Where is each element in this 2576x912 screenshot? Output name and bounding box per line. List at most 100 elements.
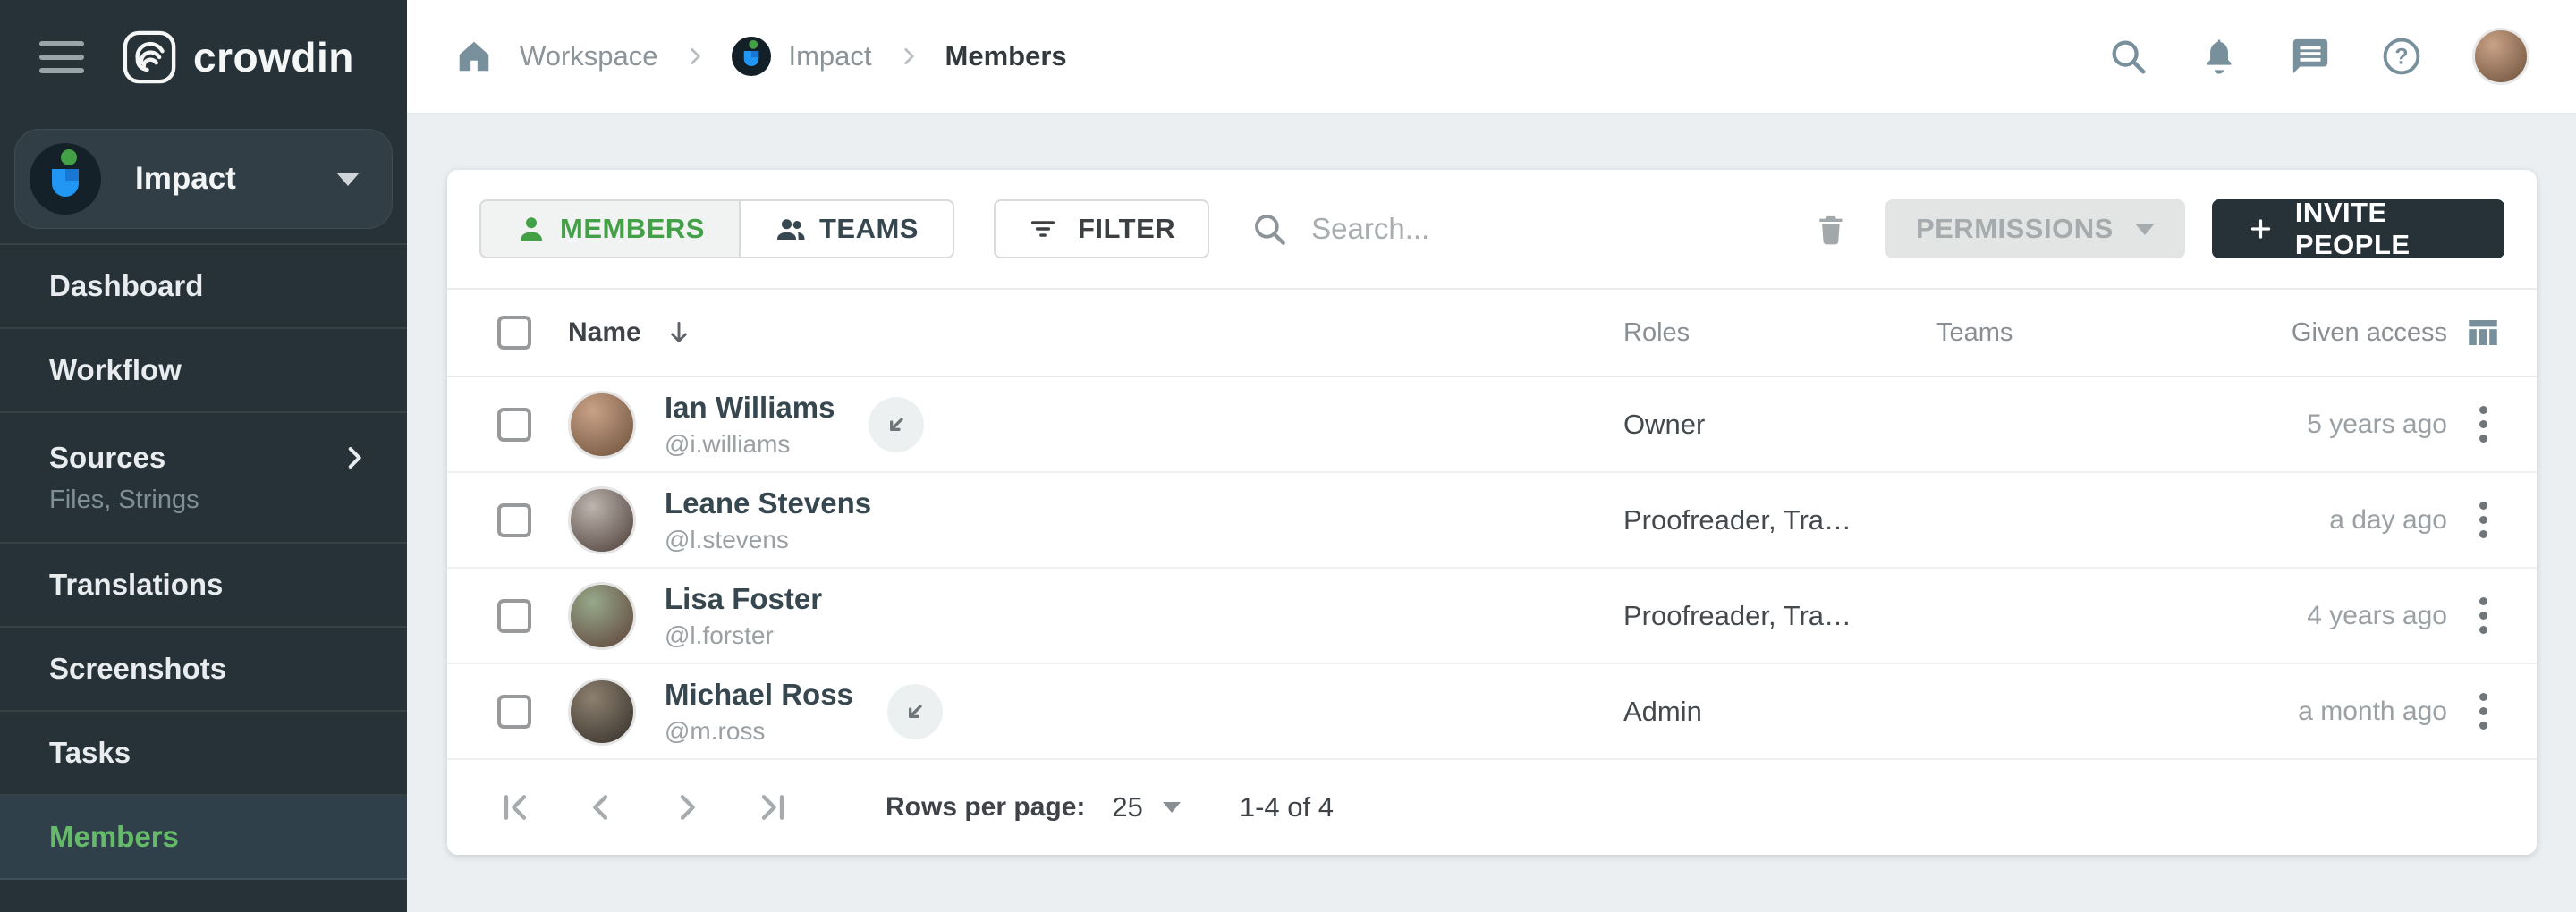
row-checkbox[interactable] — [497, 599, 531, 633]
messages-chat-icon[interactable] — [2290, 36, 2331, 77]
breadcrumb-project[interactable]: Impact — [732, 37, 872, 76]
column-settings-icon[interactable] — [2464, 314, 2502, 351]
arrow-southwest-icon — [882, 410, 911, 439]
breadcrumb-project-label[interactable]: Impact — [789, 40, 872, 72]
svg-text:?: ? — [2394, 44, 2408, 69]
sidebar-nav: Dashboard Workflow Sources Files, String… — [0, 243, 407, 880]
sidebar-item-screenshots[interactable]: Screenshots — [0, 628, 407, 712]
member-name[interactable]: Ian Williams — [665, 391, 835, 425]
view-tabs: MEMBERS TEAMS — [479, 199, 954, 258]
crowdin-wordmark: crowdin — [193, 33, 354, 81]
table-row: Lisa Foster @l.forster Proofreader, Tra…… — [447, 569, 2537, 664]
column-header-given-access: Given access — [2205, 318, 2447, 348]
member-handle: @l.stevens — [665, 526, 871, 554]
topbar: Workspace Impact Members ? — [407, 0, 2576, 114]
chevron-right-icon — [339, 443, 369, 473]
breadcrumb-workspace[interactable]: Workspace — [520, 40, 658, 72]
crowdin-logo-icon — [122, 30, 177, 85]
member-roles: Proofreader, Tra… — [1623, 504, 1936, 536]
permissions-button[interactable]: PERMISSIONS — [1885, 199, 2185, 258]
member-avatar — [568, 486, 636, 554]
sort-descending-icon[interactable] — [665, 318, 693, 347]
rows-per-page-select[interactable]: 25 — [1112, 791, 1180, 823]
previous-page-icon[interactable] — [583, 790, 619, 825]
next-page-icon[interactable] — [669, 790, 705, 825]
topbar-brand-area: crowdin — [0, 0, 407, 114]
chevron-down-icon — [1163, 802, 1181, 813]
sidebar-item-dashboard[interactable]: Dashboard — [0, 245, 407, 329]
chevron-right-icon — [897, 45, 920, 68]
sidebar-item-sources-sublabel: Files, Strings — [49, 486, 407, 515]
menu-icon[interactable] — [39, 41, 84, 73]
joined-indicator-badge — [887, 684, 943, 739]
first-page-icon[interactable] — [497, 790, 533, 825]
sidebar-item-members[interactable]: Members — [0, 796, 407, 880]
delete-trash-icon[interactable] — [1814, 208, 1848, 249]
chevron-right-icon — [683, 45, 707, 68]
plus-icon — [2248, 213, 2274, 245]
project-logo-icon — [732, 37, 771, 76]
pagination-range: 1-4 of 4 — [1240, 791, 1334, 823]
chevron-down-icon — [2135, 224, 2155, 235]
sidebar-item-workflow[interactable]: Workflow — [0, 329, 407, 413]
project-logo-icon — [30, 143, 101, 215]
member-avatar — [568, 678, 636, 746]
search-box — [1250, 210, 1814, 248]
search-icon — [1250, 210, 1288, 248]
notifications-bell-icon[interactable] — [2199, 36, 2240, 77]
member-given-access: 4 years ago — [2205, 601, 2447, 631]
member-given-access: a day ago — [2205, 505, 2447, 536]
invite-people-button[interactable]: INVITE PEOPLE — [2212, 199, 2504, 258]
crowdin-logo[interactable]: crowdin — [122, 30, 354, 85]
pagination: Rows per page: 25 1-4 of 4 — [447, 760, 2537, 855]
project-name: Impact — [135, 161, 236, 197]
arrow-southwest-icon — [901, 697, 929, 726]
member-roles: Admin — [1623, 696, 1936, 728]
row-menu-button[interactable] — [2472, 494, 2495, 545]
tab-members[interactable]: MEMBERS — [479, 199, 740, 258]
select-all-checkbox[interactable] — [497, 316, 531, 350]
member-roles: Owner — [1623, 409, 1936, 441]
row-menu-button[interactable] — [2472, 399, 2495, 450]
member-roles: Proofreader, Tra… — [1623, 600, 1936, 632]
search-icon[interactable] — [2107, 36, 2148, 77]
member-rows: Ian Williams @i.williams Owner 5 years a… — [447, 377, 2537, 760]
member-given-access: 5 years ago — [2205, 410, 2447, 440]
row-checkbox[interactable] — [497, 503, 531, 537]
table-row: Michael Ross @m.ross Admin a month ago — [447, 664, 2537, 760]
member-handle: @l.forster — [665, 621, 822, 650]
joined-indicator-badge — [869, 397, 924, 452]
table-row: Ian Williams @i.williams Owner 5 years a… — [447, 377, 2537, 473]
sidebar: Impact Dashboard Workflow Sources Files,… — [0, 114, 407, 912]
row-menu-button[interactable] — [2472, 686, 2495, 737]
row-checkbox[interactable] — [497, 695, 531, 729]
column-header-teams: Teams — [1936, 318, 2205, 348]
rows-per-page-label: Rows per page: — [886, 792, 1085, 823]
user-avatar[interactable] — [2472, 28, 2529, 85]
help-icon[interactable]: ? — [2381, 36, 2422, 77]
member-handle: @m.ross — [665, 717, 853, 746]
member-given-access: a month ago — [2205, 697, 2447, 727]
breadcrumb: Workspace Impact Members — [453, 36, 1067, 77]
members-panel: MEMBERS TEAMS FILTER PERMISSIONS INVITE — [447, 170, 2537, 855]
member-name[interactable]: Lisa Foster — [665, 582, 822, 616]
person-icon — [515, 213, 547, 245]
sidebar-item-tasks[interactable]: Tasks — [0, 712, 407, 796]
member-name[interactable]: Michael Ross — [665, 678, 853, 712]
project-switcher[interactable]: Impact — [14, 129, 393, 229]
sidebar-item-translations[interactable]: Translations — [0, 544, 407, 628]
members-toolbar: MEMBERS TEAMS FILTER PERMISSIONS INVITE — [447, 170, 2537, 288]
sidebar-item-sources[interactable]: Sources Files, Strings — [0, 413, 407, 544]
column-header-name[interactable]: Name — [568, 317, 641, 348]
member-avatar — [568, 582, 636, 650]
home-icon[interactable] — [453, 36, 495, 77]
filter-button[interactable]: FILTER — [994, 199, 1209, 258]
row-checkbox[interactable] — [497, 408, 531, 442]
breadcrumb-current-page: Members — [945, 40, 1067, 72]
last-page-icon[interactable] — [755, 790, 791, 825]
people-icon — [775, 213, 807, 245]
member-name[interactable]: Leane Stevens — [665, 486, 871, 520]
row-menu-button[interactable] — [2472, 590, 2495, 641]
search-input[interactable] — [1309, 211, 1814, 247]
tab-teams[interactable]: TEAMS — [740, 199, 954, 258]
